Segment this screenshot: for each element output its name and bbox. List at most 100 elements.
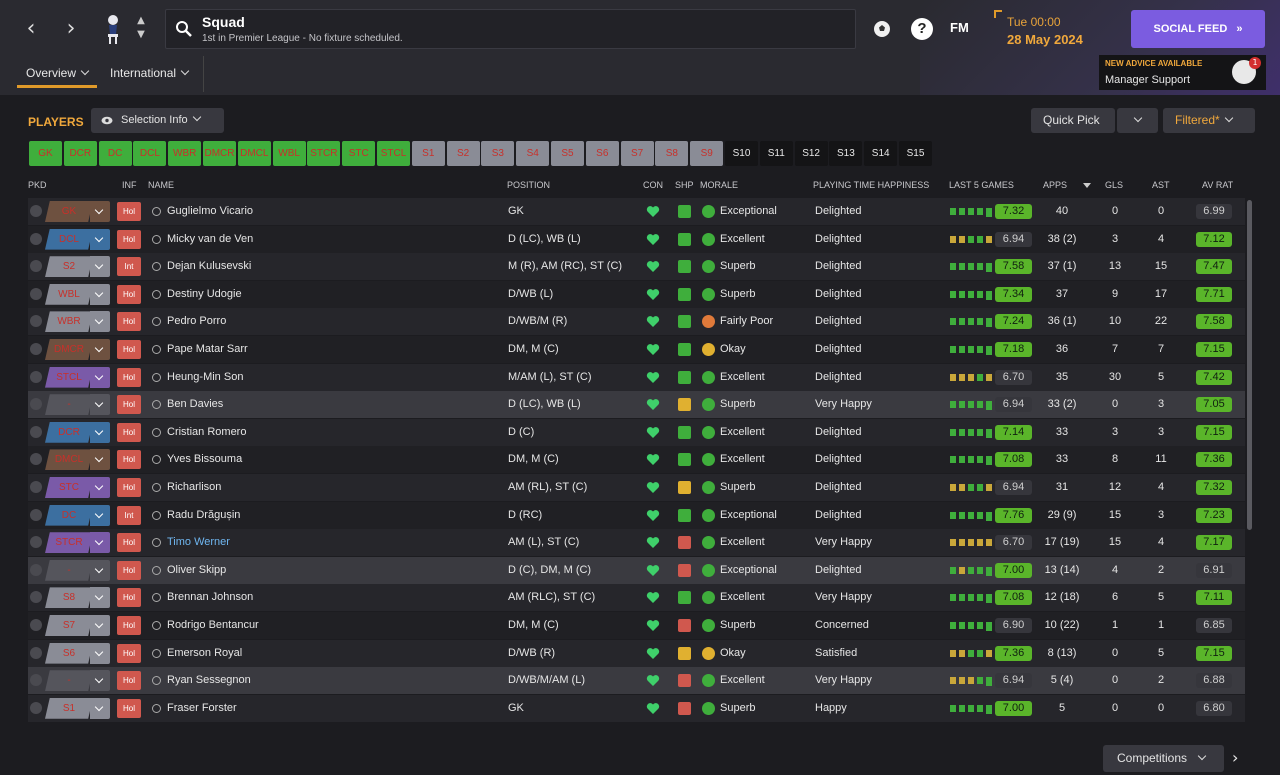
position-chip-s5[interactable]: S5 <box>551 141 584 166</box>
table-row[interactable]: - Hol Ben Davies D (LC), WB (L) Superb Very H… <box>28 391 1245 419</box>
col-header-shp[interactable]: SHP <box>675 180 694 190</box>
info-badge[interactable]: Hol <box>117 478 141 497</box>
pick-check-icon[interactable] <box>30 619 42 631</box>
table-row[interactable]: S7 Hol Rodrigo Bentancur DM, M (C) Superb Con… <box>28 612 1245 639</box>
position-chip-dcl[interactable]: DCL <box>133 141 167 166</box>
pick-position[interactable]: WBR <box>45 311 93 333</box>
pick-dropdown[interactable] <box>90 311 110 333</box>
position-chip-wbr[interactable]: WBR <box>168 141 202 166</box>
col-header-ast[interactable]: AST <box>1152 180 1170 190</box>
position-chip-s14[interactable]: S14 <box>864 141 898 166</box>
pick-check-icon[interactable] <box>30 370 42 383</box>
pick-check-icon[interactable] <box>30 674 42 687</box>
position-chip-s3[interactable]: S3 <box>481 141 515 166</box>
info-badge[interactable]: Hol <box>117 560 141 580</box>
quick-pick-dropdown[interactable] <box>1117 108 1158 133</box>
table-row[interactable]: S2 Int Dejan Kulusevski M (R), AM (RC), ST … <box>28 253 1245 281</box>
back-button[interactable]: ‹ <box>16 12 46 46</box>
col-header-avrat[interactable]: AV RAT <box>1202 180 1233 190</box>
table-row[interactable]: DMCR Hol Pape Matar Sarr DM, M (C) Okay Delig… <box>28 336 1245 363</box>
pick-dropdown[interactable] <box>90 339 110 360</box>
current-time[interactable]: Tue 00:00 <box>1007 15 1061 29</box>
info-badge[interactable]: Hol <box>117 312 141 332</box>
info-badge[interactable]: Hol <box>117 229 141 249</box>
table-row[interactable]: DC Int Radu Drăgușin D (RC) Exceptional Delig… <box>28 501 1245 529</box>
filter-button[interactable]: Filtered* <box>1163 108 1255 133</box>
pick-check-icon[interactable] <box>30 398 42 411</box>
football-icon[interactable] <box>871 18 893 40</box>
player-name[interactable]: Rodrigo Bentancur <box>167 612 259 639</box>
player-name[interactable]: Richarlison <box>167 474 221 501</box>
position-chip-s13[interactable]: S13 <box>829 141 863 166</box>
info-badge[interactable]: Hol <box>117 450 141 470</box>
pick-dropdown[interactable] <box>90 697 110 719</box>
pick-check-icon[interactable] <box>30 315 42 328</box>
table-row[interactable]: S1 Hol Fraser Forster GK Superb Happy 7.00 5 0 0 6… <box>28 694 1245 722</box>
info-badge[interactable]: Hol <box>117 616 141 635</box>
position-chip-s7[interactable]: S7 <box>620 141 654 166</box>
pick-position[interactable]: DCL <box>45 228 93 250</box>
pick-check-icon[interactable] <box>30 508 42 521</box>
pick-position[interactable]: S2 <box>45 256 93 278</box>
pick-dropdown[interactable] <box>90 366 110 388</box>
info-badge[interactable]: Hol <box>117 422 141 442</box>
info-badge[interactable]: Hol <box>117 671 141 691</box>
table-row[interactable]: S8 Hol Brennan Johnson AM (RLC), ST (C) Exce… <box>28 584 1245 612</box>
pick-check-icon[interactable] <box>30 591 42 604</box>
table-row[interactable]: DCR Hol Cristian Romero D (C) Excellent Delig… <box>28 418 1245 446</box>
pick-position[interactable]: STCL <box>45 366 93 388</box>
chevron-down-icon[interactable]: ▼ <box>134 28 148 42</box>
position-chip-s2[interactable]: S2 <box>446 141 480 166</box>
position-chip-dc[interactable]: DC <box>98 141 132 166</box>
pick-position[interactable]: STC <box>45 477 93 498</box>
table-row[interactable]: WBL Hol Destiny Udogie D/WB (L) Superb Deligh… <box>28 280 1245 308</box>
info-badge[interactable]: Hol <box>117 340 141 359</box>
pick-dropdown[interactable] <box>90 477 110 498</box>
table-row[interactable]: WBR Hol Pedro Porro D/WB/M (R) Fairly Poor De… <box>28 308 1245 336</box>
player-name[interactable]: Cristian Romero <box>167 419 246 446</box>
social-feed-button[interactable]: SOCIAL FEED » <box>1131 10 1265 48</box>
col-header-name[interactable]: NAME <box>148 180 174 190</box>
tab-international[interactable]: International <box>110 66 190 80</box>
player-name[interactable]: Brennan Johnson <box>167 584 253 611</box>
info-badge[interactable]: Hol <box>117 367 141 387</box>
pick-position[interactable]: S8 <box>45 587 93 609</box>
position-chip-dmcr[interactable]: DMCR <box>203 141 236 166</box>
pick-check-icon[interactable] <box>30 205 42 217</box>
pick-dropdown[interactable] <box>90 642 110 664</box>
info-badge[interactable]: Int <box>117 257 141 277</box>
pick-check-icon[interactable] <box>30 563 42 576</box>
pick-position[interactable]: WBL <box>45 283 93 305</box>
table-row[interactable]: DMCL Hol Yves Bissouma DM, M (C) Excellent De… <box>28 446 1245 474</box>
pick-dropdown[interactable] <box>90 615 110 636</box>
player-name[interactable]: Ben Davies <box>167 391 223 418</box>
club-crest-icon[interactable] <box>100 12 126 48</box>
club-switcher[interactable]: ▲ ▼ <box>134 14 148 42</box>
pick-position[interactable]: STCR <box>45 532 93 554</box>
col-header-gls[interactable]: GLS <box>1105 180 1123 190</box>
pick-position[interactable]: DMCL <box>45 449 93 471</box>
pick-position[interactable]: GK <box>45 201 93 222</box>
info-badge[interactable]: Hol <box>117 284 141 304</box>
pick-check-icon[interactable] <box>30 453 42 466</box>
chevron-right-icon[interactable]: › <box>1232 748 1238 767</box>
position-chip-wbl[interactable]: WBL <box>272 141 306 166</box>
chevron-up-icon[interactable]: ▲ <box>134 14 148 28</box>
position-chip-s1[interactable]: S1 <box>411 141 445 166</box>
table-scrollbar[interactable] <box>1247 200 1252 530</box>
position-chip-s4[interactable]: S4 <box>516 141 550 166</box>
position-chip-gk[interactable]: GK <box>29 141 62 166</box>
page-title-box[interactable]: Squad 1st in Premier League - No fixture… <box>165 9 856 49</box>
forward-button[interactable]: › <box>56 12 86 46</box>
player-name[interactable]: Radu Drăgușin <box>167 502 240 529</box>
col-header-apps[interactable]: APPS <box>1043 180 1067 190</box>
advice-notification[interactable]: NEW ADVICE AVAILABLE Manager Support 1 <box>1099 55 1266 90</box>
pick-dropdown[interactable] <box>90 504 110 526</box>
pick-dropdown[interactable] <box>90 283 110 305</box>
pick-position[interactable]: DMCR <box>45 339 93 360</box>
info-badge[interactable]: Hol <box>117 643 141 663</box>
pick-check-icon[interactable] <box>30 343 42 355</box>
pick-check-icon[interactable] <box>30 481 42 493</box>
table-row[interactable]: S6 Hol Emerson Royal D/WB (R) Okay Satisfied 7… <box>28 639 1245 667</box>
position-chip-s15[interactable]: S15 <box>899 141 932 166</box>
